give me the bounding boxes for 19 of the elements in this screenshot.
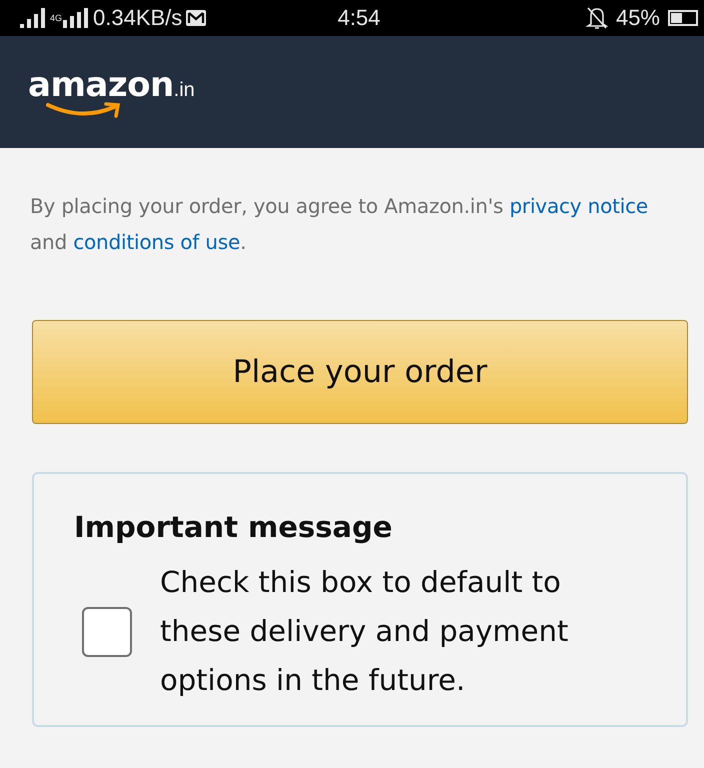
muted-bell-icon [586, 6, 608, 30]
signal-icon [63, 8, 90, 28]
privacy-notice-link[interactable]: privacy notice [509, 194, 648, 218]
mail-icon [186, 10, 206, 26]
signal-icon [20, 8, 46, 28]
clock: 4:54 [338, 5, 380, 30]
network-speed: 0.34KB/s [93, 5, 182, 31]
message-title: Important message [74, 510, 394, 544]
checkbox[interactable] [82, 606, 132, 656]
checkbox-label: Check this box to default to these delivery and payment options in the future. [160, 564, 570, 699]
network-type: 4G [50, 14, 62, 22]
battery-percentage: 45% [616, 5, 660, 31]
logo-suffix: .in [174, 79, 195, 102]
place-order-button[interactable]: Place your order [32, 320, 688, 424]
logo-text: amazon [28, 65, 174, 105]
battery-icon [668, 10, 698, 26]
conditions-of-use-link[interactable]: conditions of use [73, 230, 240, 254]
smile-arrow-icon [46, 101, 122, 119]
agreement-text: By placing your order, you agree to Amazon.in's privacy notice and conditions of use. [30, 193, 650, 256]
